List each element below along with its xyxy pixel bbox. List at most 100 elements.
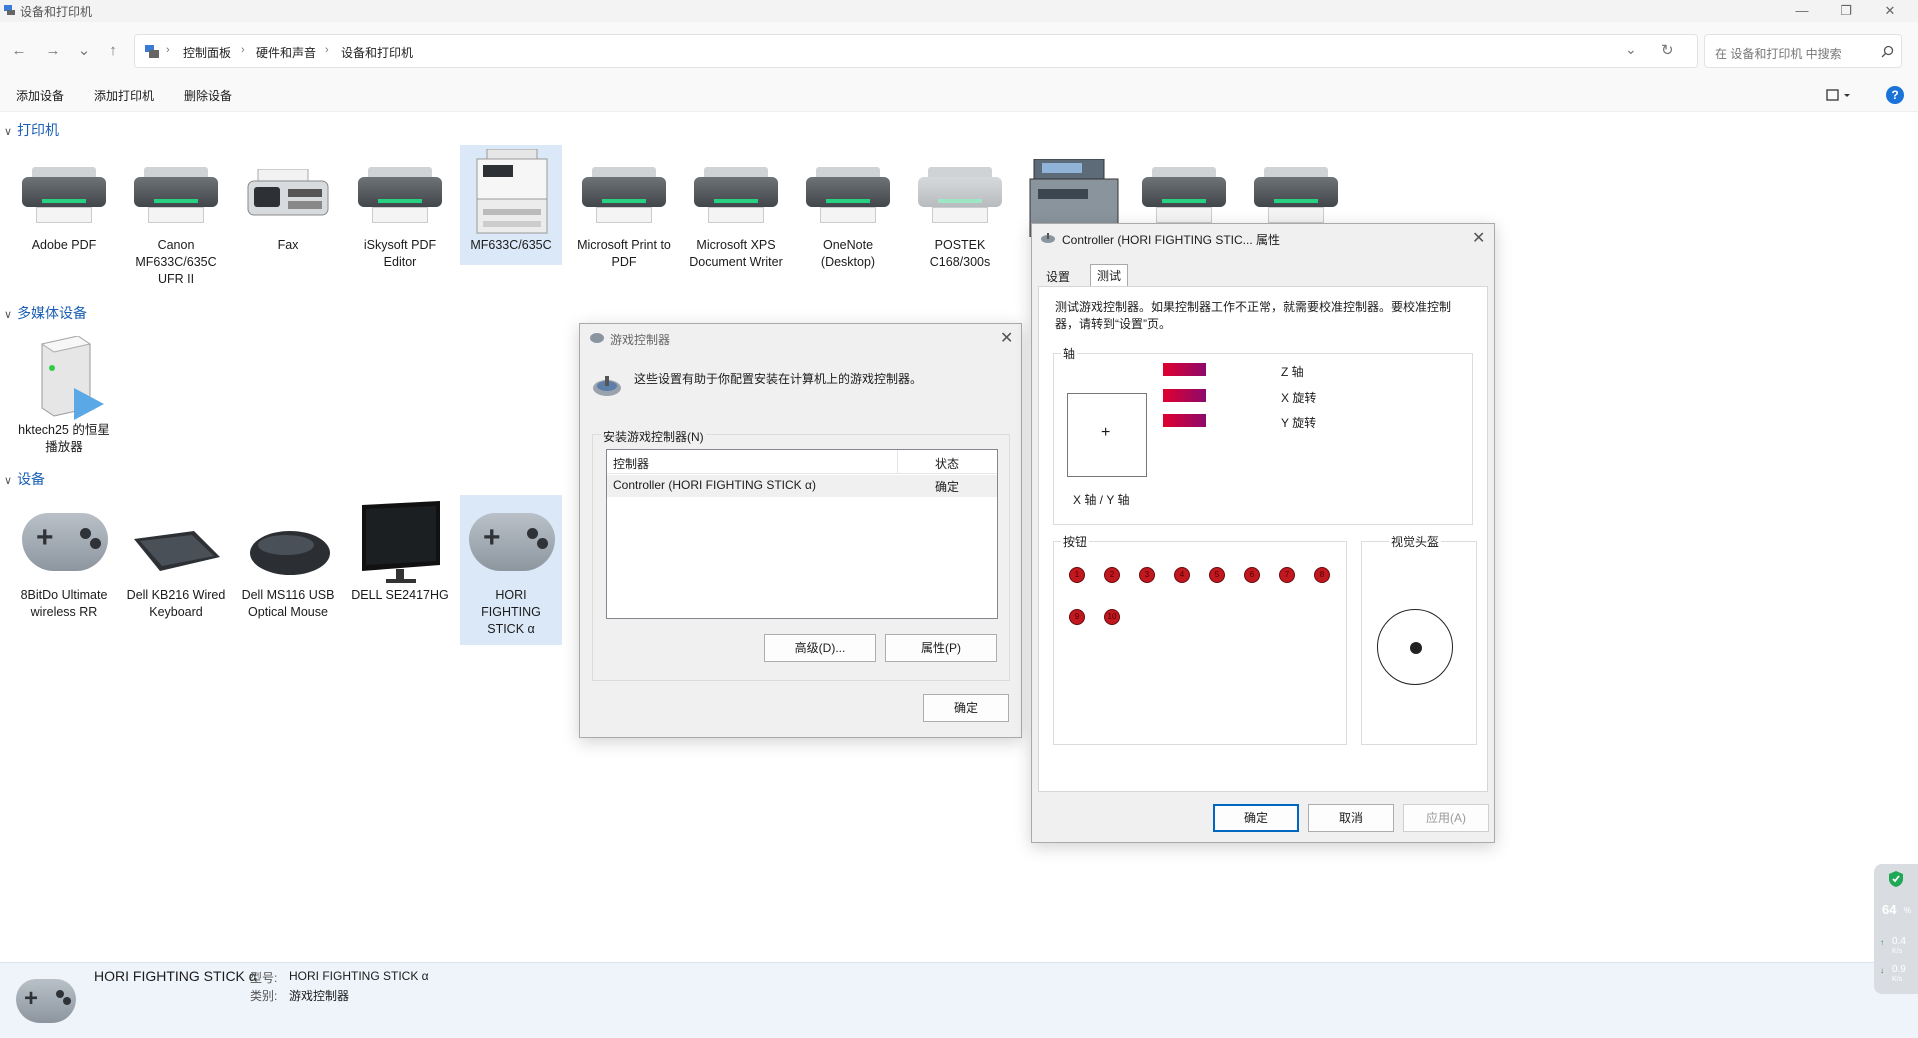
- printer-icon: [798, 145, 898, 237]
- device-item[interactable]: Dell MS116 USB Optical Mouse: [237, 495, 339, 621]
- device-label: POSTEK C168/300s: [929, 238, 991, 269]
- forward-button[interactable]: →: [44, 41, 62, 61]
- back-button[interactable]: ←: [10, 41, 28, 61]
- upload-arrow-icon: ↑: [1880, 938, 1884, 947]
- test-description: 测试游戏控制器。如果控制器工作不正常，就需要校准控制器。要校准控制器，请转到“设…: [1055, 300, 1452, 331]
- search-placeholder: 在 设备和打印机 中搜索: [1715, 47, 1842, 61]
- printer-item[interactable]: iSkysoft PDF Editor: [349, 145, 451, 271]
- printer-item[interactable]: Canon MF633C/635C UFR II: [125, 145, 227, 288]
- tab-test[interactable]: 测试: [1090, 264, 1129, 286]
- printer-item-selected[interactable]: MF633C/635C: [460, 145, 562, 265]
- details-model-label: 型号:: [250, 971, 278, 985]
- button-indicator-4: 4: [1174, 567, 1190, 583]
- device-item[interactable]: Dell KB216 Wired Keyboard: [125, 495, 227, 621]
- media-server-icon: [14, 330, 114, 422]
- group-label: 设备: [17, 471, 46, 487]
- y-rotation-label: Y 旋转: [1281, 416, 1317, 430]
- upload-rate: 0.4: [1892, 936, 1906, 947]
- device-label: Dell KB216 Wired Keyboard: [126, 588, 226, 619]
- tab-settings[interactable]: 设置: [1046, 268, 1070, 285]
- device-item[interactable]: + 8BitDo Ultimate wireless RR: [13, 495, 115, 621]
- buttons-label: 按钮: [1061, 533, 1090, 550]
- table-row[interactable]: Controller (HORI FIGHTING STICK α) 确定: [607, 475, 997, 497]
- printer-item[interactable]: Microsoft Print to PDF: [573, 145, 675, 271]
- address-bar[interactable]: › 控制面板 › 硬件和声音 › 设备和打印机 ⌄ ↻: [134, 34, 1698, 68]
- search-icon: [1881, 45, 1894, 58]
- device-label: Dell MS116 USB Optical Mouse: [241, 588, 335, 619]
- address-dropdown-icon[interactable]: ⌄: [1625, 41, 1637, 58]
- breadcrumb-devices-printers[interactable]: 设备和打印机: [341, 44, 413, 61]
- printer-item[interactable]: POSTEK C168/300s: [909, 145, 1011, 271]
- buttons-group: [1053, 541, 1347, 745]
- button-indicator-2: 2: [1104, 567, 1120, 583]
- printer-item[interactable]: Microsoft XPS Document Writer: [685, 145, 787, 271]
- apply-button[interactable]: 应用(A): [1403, 804, 1489, 832]
- controller-properties-dialog: Controller (HORI FIGHTING STIC... 属性 ✕ 设…: [1031, 223, 1495, 843]
- ok-button[interactable]: 确定: [1213, 804, 1299, 832]
- close-window-button[interactable]: ✕: [1870, 1, 1910, 21]
- xy-axis-label: X 轴 / Y 轴: [1073, 493, 1130, 507]
- fax-icon: [238, 145, 338, 237]
- group-header-printers[interactable]: ∨ 打印机: [4, 120, 59, 140]
- ok-button[interactable]: 确定: [923, 694, 1009, 722]
- add-printer-button[interactable]: 添加打印机: [94, 87, 154, 104]
- dialog-close-button[interactable]: ✕: [1472, 228, 1485, 248]
- cpu-unit: %: [1904, 906, 1912, 915]
- printer-item[interactable]: OneNote (Desktop): [797, 145, 899, 271]
- device-item-selected[interactable]: + HORI FIGHTING STICK α: [460, 495, 562, 645]
- view-options-icon[interactable]: [1826, 88, 1852, 104]
- refresh-icon[interactable]: ↻: [1661, 41, 1674, 59]
- y-rotation-bar: [1163, 414, 1249, 427]
- x-rotation-bar: [1163, 389, 1249, 402]
- device-item[interactable]: DELL SE2417HG: [349, 495, 451, 604]
- help-icon[interactable]: ?: [1886, 86, 1904, 104]
- group-header-devices[interactable]: ∨ 设备: [4, 469, 45, 489]
- properties-button[interactable]: 属性(P): [885, 634, 997, 662]
- printer-icon: [14, 145, 114, 237]
- group-header-multimedia[interactable]: ∨ 多媒体设备: [4, 303, 87, 323]
- device-label: HORI FIGHTING STICK α: [481, 588, 541, 636]
- group-label: 打印机: [17, 122, 60, 138]
- button-indicator-7: 7: [1279, 567, 1295, 583]
- search-input[interactable]: 在 设备和打印机 中搜索: [1704, 34, 1902, 68]
- multifunction-printer-icon: [461, 145, 561, 237]
- keyboard-icon: [126, 495, 226, 587]
- restore-button[interactable]: ❐: [1826, 1, 1866, 21]
- button-indicator-9: 9: [1069, 609, 1085, 625]
- details-device-name: HORI FIGHTING STICK α: [94, 968, 257, 984]
- remove-device-button[interactable]: 删除设备: [184, 87, 232, 104]
- device-label: Fax: [277, 238, 299, 252]
- printer-item[interactable]: Adobe PDF: [13, 145, 115, 254]
- controllers-list[interactable]: 控制器 状态 Controller (HORI FIGHTING STICK α…: [606, 449, 998, 619]
- breadcrumb-hardware-sound[interactable]: 硬件和声音: [256, 44, 316, 61]
- group-label: 多媒体设备: [17, 305, 88, 321]
- breadcrumb-control-panel[interactable]: 控制面板: [183, 44, 231, 61]
- device-label: iSkysoft PDF Editor: [363, 238, 437, 269]
- device-label: DELL SE2417HG: [351, 588, 449, 602]
- button-indicator-8: 8: [1314, 567, 1330, 583]
- cancel-button[interactable]: 取消: [1308, 804, 1394, 832]
- dialog-gamepad-icon: [590, 333, 604, 343]
- upload-unit: K/s: [1892, 948, 1903, 955]
- game-controllers-dialog: 游戏控制器 ✕ 这些设置有助于你配置安装在计算机上的游戏控制器。 安装游戏控制器…: [579, 323, 1022, 738]
- recent-locations-button[interactable]: ⌄: [75, 41, 93, 61]
- printer-item[interactable]: Fax: [237, 145, 339, 254]
- details-category-value: 游戏控制器: [289, 989, 350, 1003]
- device-label: 8BitDo Ultimate wireless RR: [20, 588, 108, 619]
- column-controller[interactable]: 控制器: [613, 455, 649, 472]
- media-player-item[interactable]: hktech25 的恒星播放器: [13, 330, 115, 456]
- printer-icon: [686, 145, 786, 237]
- up-button[interactable]: ↑: [104, 41, 122, 61]
- button-indicator-5: 5: [1209, 567, 1225, 583]
- pov-circle: [1377, 609, 1453, 685]
- device-label: OneNote (Desktop): [820, 238, 876, 269]
- device-label: Canon MF633C/635C UFR II: [135, 238, 217, 286]
- details-model-value: HORI FIGHTING STICK α: [289, 969, 429, 983]
- column-status[interactable]: 状态: [935, 455, 959, 472]
- address-row: ← → ⌄ ↑ › 控制面板 › 硬件和声音 › 设备和打印机 ⌄ ↻ 在 设备…: [0, 22, 1918, 80]
- minimize-button[interactable]: —: [1782, 1, 1822, 21]
- advanced-button[interactable]: 高级(D)...: [764, 634, 876, 662]
- system-monitor-widget[interactable]: 64 % ↑ 0.4 K/s ↓ 0.9 K/s: [1874, 864, 1918, 994]
- dialog-close-button[interactable]: ✕: [1000, 328, 1013, 348]
- add-device-button[interactable]: 添加设备: [16, 87, 64, 104]
